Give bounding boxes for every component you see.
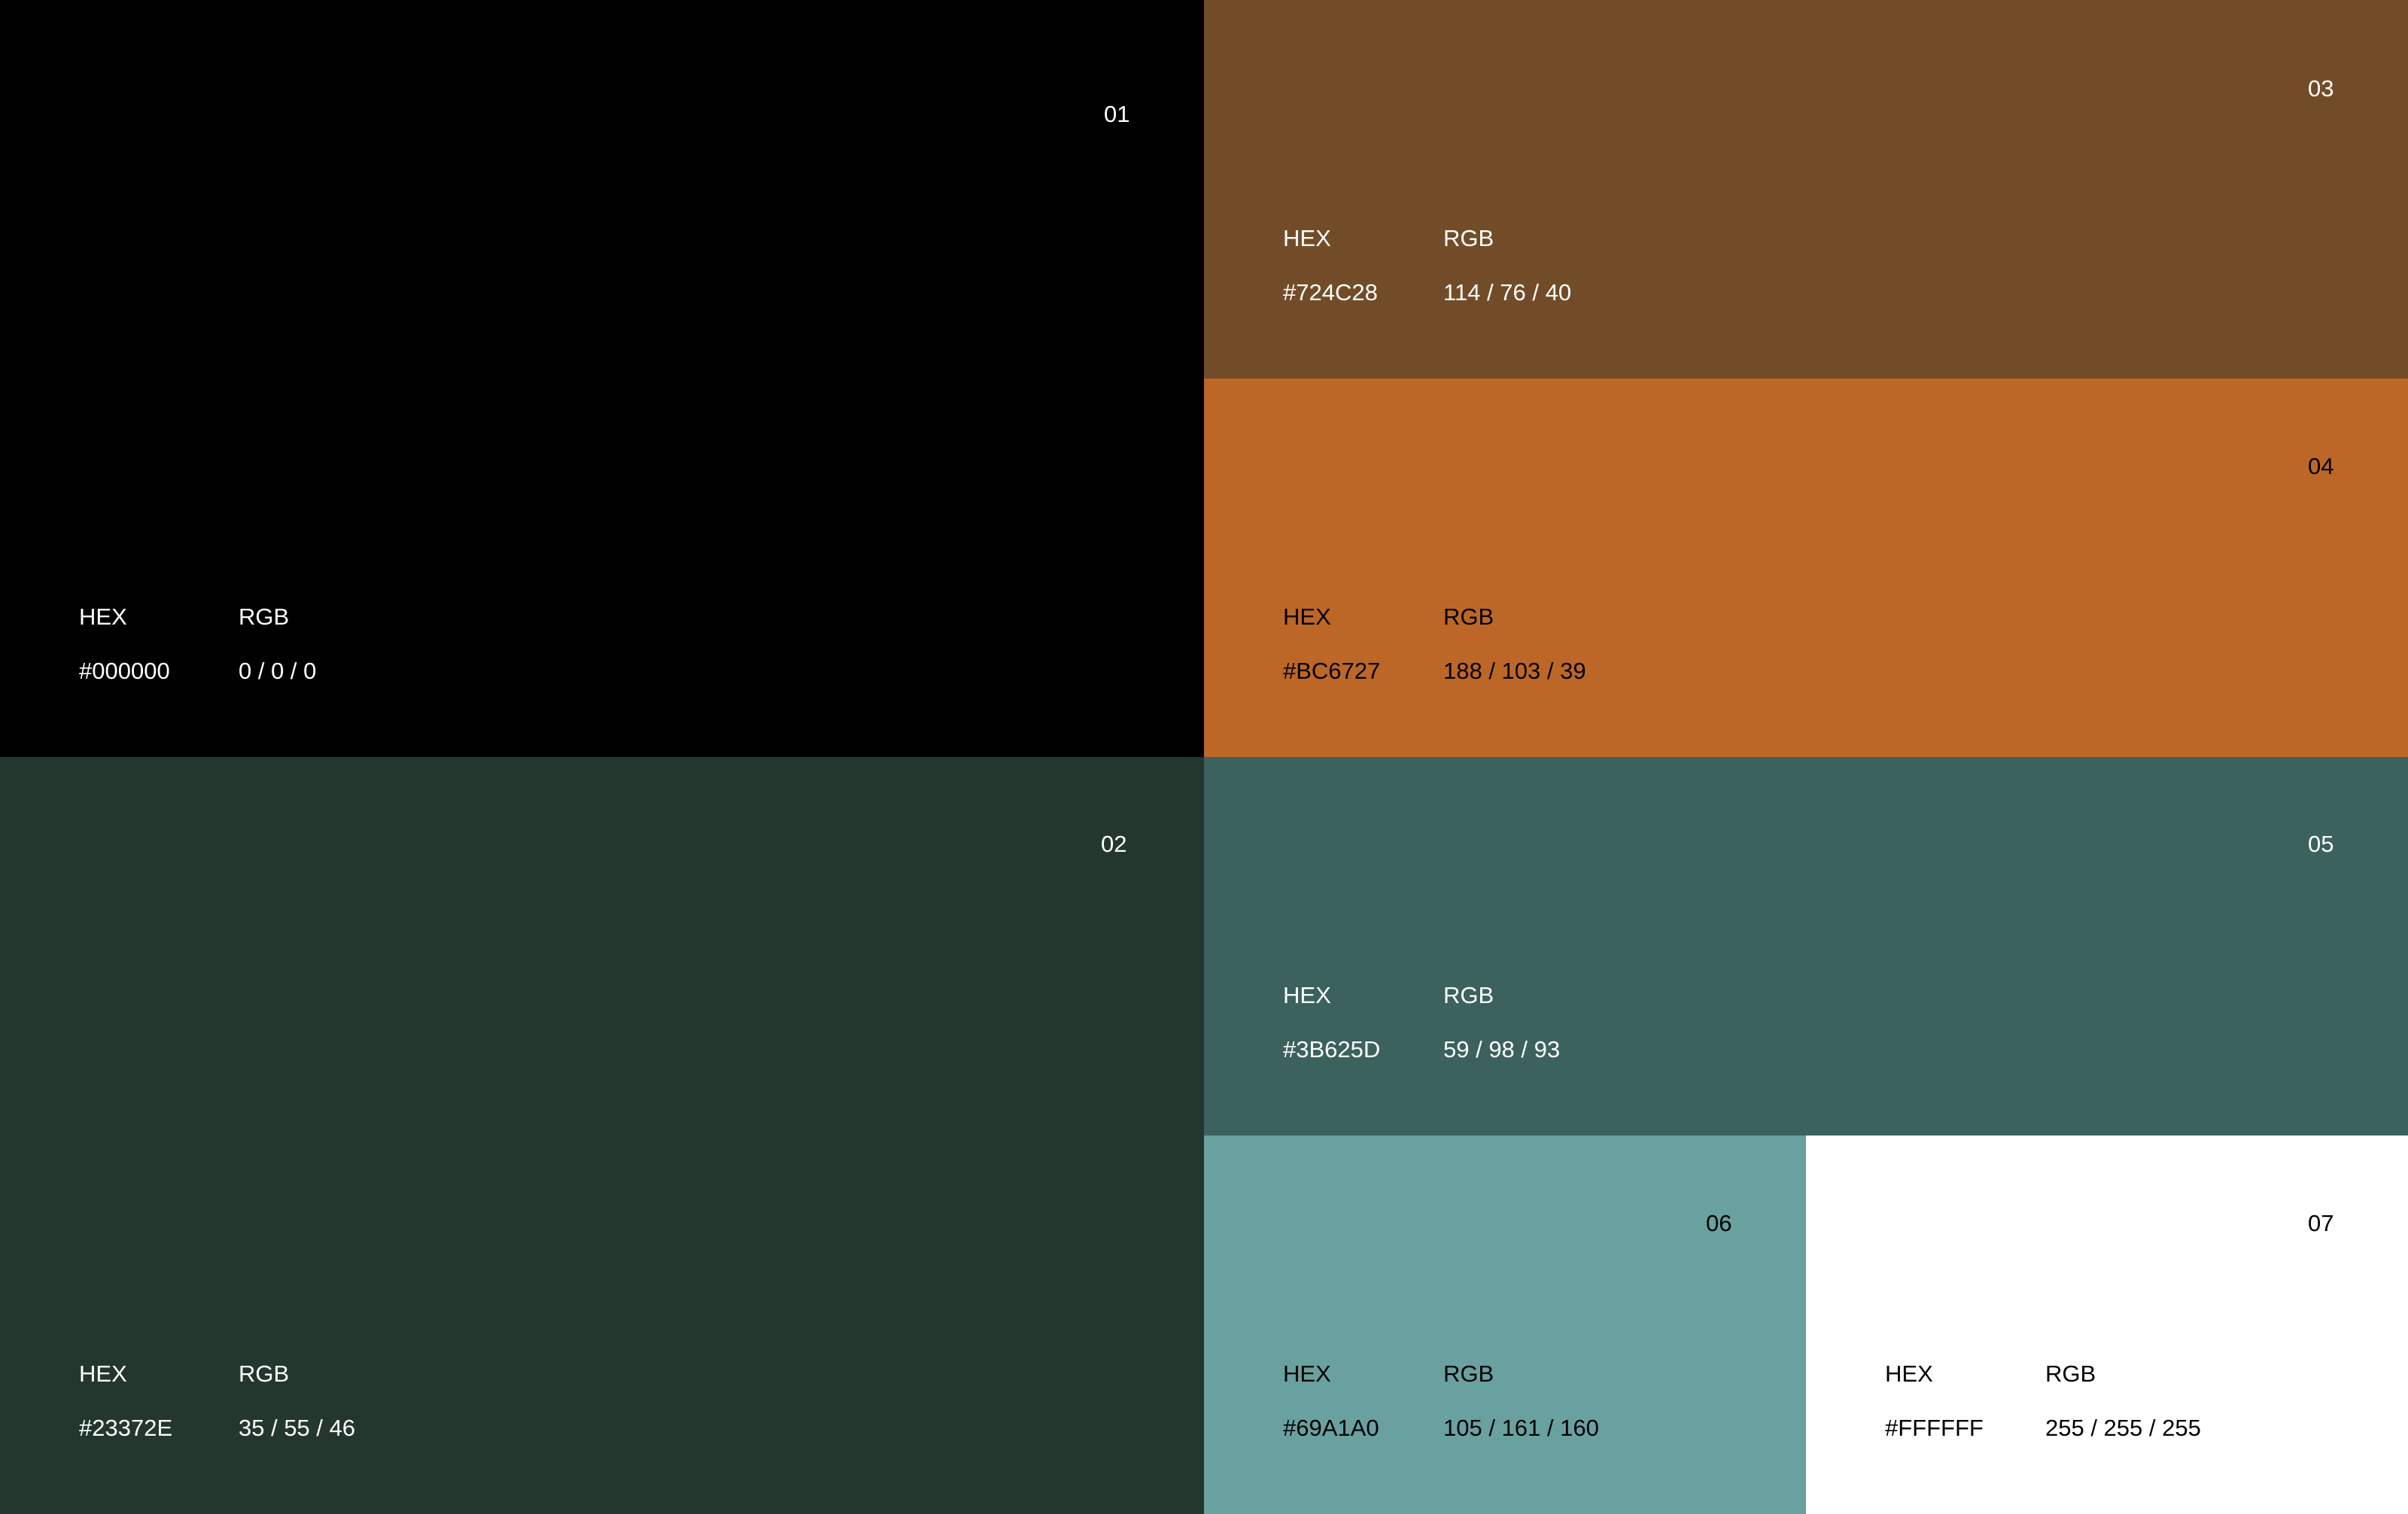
swatch-number: 04 [2308, 453, 2334, 479]
hex-label: HEX [1283, 225, 1331, 251]
hex-label: HEX [1283, 982, 1331, 1008]
swatch-number: 03 [2308, 75, 2334, 102]
swatch-07: 07 HEX RGB #FFFFFF 255 / 255 / 255 [1806, 1136, 2408, 1514]
hex-label: HEX [1283, 1360, 1331, 1387]
hex-value: #724C28 [1283, 279, 1378, 306]
swatch-06: 06 HEX RGB #69A1A0 105 / 161 / 160 [1204, 1136, 1806, 1514]
hex-value: #000000 [79, 658, 170, 684]
hex-value: #23372E [79, 1415, 173, 1441]
swatch-01: 01 HEX RGB #000000 0 / 0 / 0 [0, 0, 1204, 757]
swatch-03: 03 HEX RGB #724C28 114 / 76 / 40 [1204, 0, 2408, 378]
hex-value: #3B625D [1283, 1036, 1381, 1063]
rgb-label: RGB [2045, 1360, 2096, 1387]
rgb-value: 255 / 255 / 255 [2045, 1415, 2201, 1441]
hex-value: #BC6727 [1283, 658, 1381, 684]
swatch-number: 05 [2308, 831, 2334, 857]
hex-label: HEX [1283, 603, 1331, 630]
hex-label: HEX [79, 1360, 127, 1387]
hex-label: HEX [1885, 1360, 1933, 1387]
hex-value: #FFFFFF [1885, 1415, 1984, 1441]
swatch-number: 01 [1104, 101, 1130, 127]
rgb-label: RGB [239, 603, 290, 630]
rgb-value: 188 / 103 / 39 [1443, 658, 1586, 684]
swatch-number: 02 [1101, 831, 1127, 857]
swatch-number: 07 [2308, 1210, 2334, 1236]
hex-label: HEX [79, 603, 127, 630]
rgb-label: RGB [1443, 982, 1494, 1008]
rgb-label: RGB [1443, 603, 1494, 630]
swatch-04: 04 HEX RGB #BC6727 188 / 103 / 39 [1204, 378, 2408, 757]
rgb-label: RGB [239, 1360, 290, 1387]
rgb-value: 0 / 0 / 0 [239, 658, 317, 684]
swatch-number: 06 [1706, 1210, 1732, 1236]
swatch-05: 05 HEX RGB #3B625D 59 / 98 / 93 [1204, 757, 2408, 1136]
rgb-label: RGB [1443, 1360, 1494, 1387]
hex-value: #69A1A0 [1283, 1415, 1379, 1441]
rgb-value: 114 / 76 / 40 [1443, 279, 1572, 306]
rgb-label: RGB [1443, 225, 1494, 251]
rgb-value: 59 / 98 / 93 [1443, 1036, 1561, 1063]
swatch-02: 02 HEX RGB #23372E 35 / 55 / 46 [0, 757, 1204, 1514]
rgb-value: 35 / 55 / 46 [239, 1415, 356, 1441]
rgb-value: 105 / 161 / 160 [1443, 1415, 1599, 1441]
